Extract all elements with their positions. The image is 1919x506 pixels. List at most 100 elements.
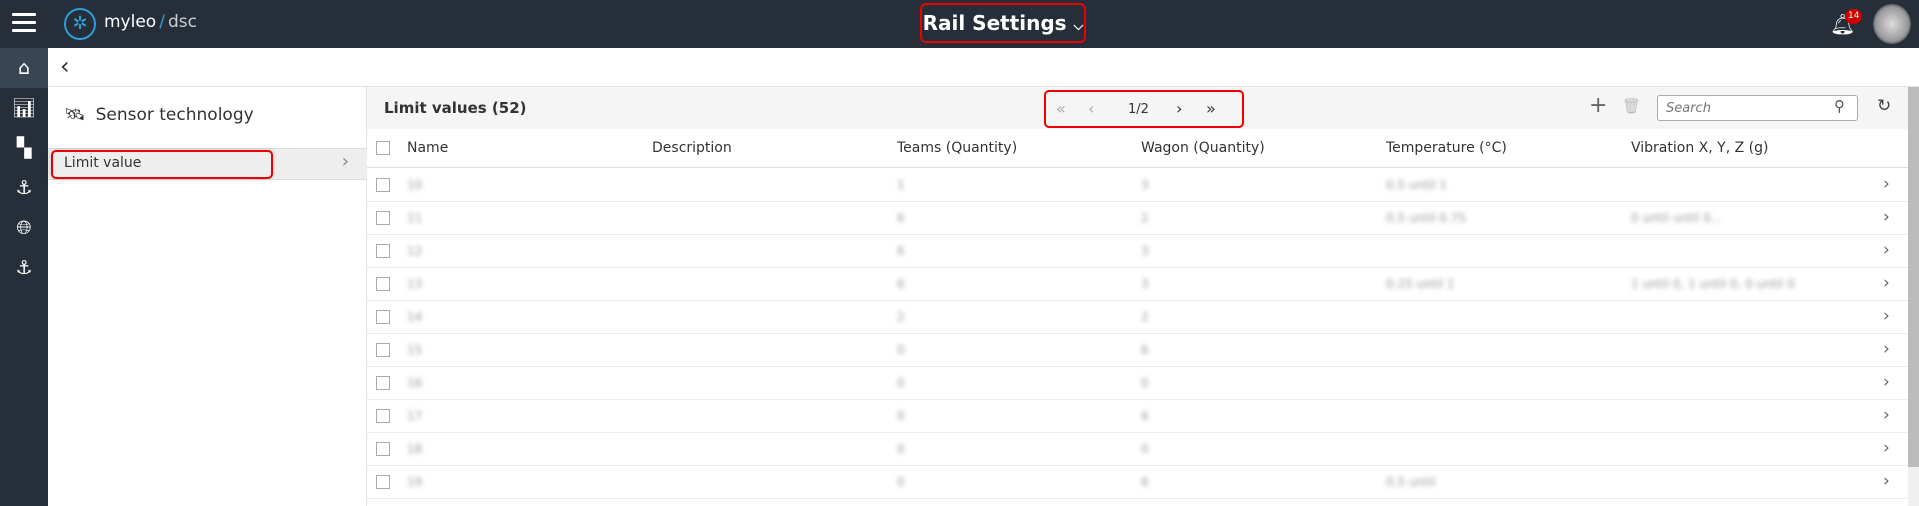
row-checkbox[interactable] — [376, 178, 390, 192]
table-cell: 3 — [1141, 277, 1149, 291]
nav-item-label: Limit value — [64, 155, 142, 171]
next-page-icon[interactable]: › — [1176, 99, 1182, 118]
table-row[interactable]: 14 2 2 › — [367, 301, 1908, 334]
table-cell: 6 — [897, 277, 905, 291]
table-cell: 2 — [1141, 310, 1149, 324]
table-cell: 0 — [897, 409, 905, 423]
search-icon[interactable]: ⚲ — [1834, 97, 1845, 115]
table-row[interactable]: 11 6 2 0.5 until 0.75 0 until until 0... › — [367, 202, 1908, 235]
globe-icon[interactable]: 🌐︎ — [0, 208, 48, 248]
table-cell: 6 — [897, 244, 905, 258]
table-row[interactable]: 19 0 6 0.5 until › — [367, 466, 1908, 499]
column-header[interactable]: Vibration X, Y, Z (g) — [1631, 140, 1768, 156]
table-cell: 0 — [897, 475, 905, 489]
prev-page-icon[interactable]: ‹ — [1088, 99, 1094, 118]
table-cell: 6 — [1141, 409, 1149, 423]
nav-item-limit-value[interactable]: Limit value › — [48, 148, 367, 180]
table-cell: 0.5 until — [1386, 475, 1436, 489]
row-checkbox[interactable] — [376, 310, 390, 324]
section-heading: 🛰︎ Sensor technology — [64, 105, 254, 125]
table-row[interactable]: 16 0 0 › — [367, 367, 1908, 400]
table-row[interactable]: 17 0 6 › — [367, 400, 1908, 433]
table-cell: 0.5 until 0.75 — [1386, 211, 1467, 225]
table-cell: 0 — [897, 343, 905, 357]
table-cell: 10 — [407, 178, 423, 192]
refresh-icon[interactable]: ↻ — [1877, 96, 1891, 116]
add-icon[interactable]: + — [1589, 93, 1607, 118]
menu-icon[interactable] — [12, 13, 36, 33]
chevron-right-icon[interactable]: › — [1883, 174, 1890, 194]
app-title-dropdown[interactable]: Rail Settings ⌵ — [920, 3, 1086, 43]
table-cell: 3 — [1141, 178, 1149, 192]
pagination: « ‹ 1/2 › » — [1044, 90, 1244, 128]
back-bar: ‹ — [48, 48, 1919, 87]
select-all-checkbox[interactable] — [376, 141, 390, 155]
first-page-icon[interactable]: « — [1056, 99, 1066, 118]
column-header[interactable]: Teams (Quantity) — [897, 140, 1017, 156]
dashboard-icon[interactable]: ▚ — [0, 128, 48, 168]
anchor-icon[interactable]: ⚓︎ — [0, 248, 48, 288]
search-input[interactable] — [1657, 95, 1858, 121]
chevron-right-icon[interactable]: › — [1883, 306, 1890, 326]
last-page-icon[interactable]: » — [1206, 99, 1216, 118]
table-cell: 13 — [407, 277, 423, 291]
top-bar: ✲ myleo / dsc Rail Settings ⌵ 🔔︎ 14 — [0, 0, 1919, 48]
table-cell: 1 until 0, 1 until 0, 0 until 0 — [1631, 277, 1795, 291]
chevron-right-icon[interactable]: › — [1883, 339, 1890, 359]
back-icon[interactable]: ‹ — [60, 52, 70, 80]
table-cell: 16 — [407, 376, 423, 390]
chevron-down-icon: ⌵ — [1073, 19, 1084, 34]
chart-icon[interactable]: 📊︎ — [0, 88, 48, 128]
table-cell: 14 — [407, 310, 423, 324]
main-content: Limit values (52) « ‹ 1/2 › » + 🗑︎ ⚲ ↻ N… — [367, 87, 1908, 506]
chevron-right-icon[interactable]: › — [1883, 207, 1890, 227]
satellite-icon: 🛰︎ — [64, 105, 86, 125]
table-cell: 18 — [407, 442, 423, 456]
chevron-right-icon[interactable]: › — [1883, 372, 1890, 392]
trash-icon: 🗑︎ — [1622, 97, 1642, 115]
column-header[interactable]: Temperature (°C) — [1386, 140, 1507, 156]
toolbar: Limit values (52) « ‹ 1/2 › » + 🗑︎ ⚲ ↻ — [367, 87, 1908, 129]
table-cell: 0 — [897, 442, 905, 456]
avatar[interactable] — [1873, 4, 1911, 44]
table-row[interactable]: 13 6 3 0.25 until 1 1 until 0, 1 until 0, 0 … — [367, 268, 1908, 301]
table-cell: 11 — [407, 211, 423, 225]
home-icon[interactable]: ⌂ — [0, 48, 48, 88]
table-row[interactable]: 12 6 3 › — [367, 235, 1908, 268]
chevron-right-icon: › — [341, 151, 349, 172]
table-cell: 3 — [1141, 244, 1149, 258]
column-header[interactable]: Name — [407, 140, 448, 156]
column-header[interactable]: Wagon (Quantity) — [1141, 140, 1265, 156]
chevron-right-icon[interactable]: › — [1883, 240, 1890, 260]
scrollbar[interactable] — [1908, 87, 1919, 506]
chevron-right-icon[interactable]: › — [1883, 273, 1890, 293]
table-row[interactable]: 18 0 0 › — [367, 433, 1908, 466]
row-checkbox[interactable] — [376, 244, 390, 258]
anchor-icon[interactable]: ⚓︎ — [0, 168, 48, 208]
table-row[interactable]: 15 0 6 › — [367, 334, 1908, 367]
row-checkbox[interactable] — [376, 376, 390, 390]
row-checkbox[interactable] — [376, 343, 390, 357]
row-checkbox[interactable] — [376, 211, 390, 225]
chevron-right-icon[interactable]: › — [1883, 471, 1890, 491]
brand-sub: dsc — [167, 12, 197, 32]
table-cell: 6 — [1141, 475, 1149, 489]
table-cell: 12 — [407, 244, 423, 258]
column-header[interactable]: Description — [652, 140, 732, 156]
chevron-right-icon[interactable]: › — [1883, 438, 1890, 458]
table-cell: 6 — [1141, 343, 1149, 357]
brand: myleo / dsc — [104, 12, 197, 32]
row-checkbox[interactable] — [376, 442, 390, 456]
table-header: Name Description Teams (Quantity) Wagon … — [367, 129, 1908, 168]
table-row[interactable]: 10 1 3 0.5 until 1 › — [367, 169, 1908, 202]
row-checkbox[interactable] — [376, 409, 390, 423]
table-cell: 1 — [897, 178, 905, 192]
brand-separator: / — [159, 12, 165, 32]
table-cell: 6 — [897, 211, 905, 225]
row-checkbox[interactable] — [376, 475, 390, 489]
table-title: Limit values (52) — [384, 99, 527, 117]
chevron-right-icon[interactable]: › — [1883, 405, 1890, 425]
row-checkbox[interactable] — [376, 277, 390, 291]
scrollbar-thumb[interactable] — [1908, 87, 1919, 467]
table-cell: 0 — [1141, 442, 1149, 456]
